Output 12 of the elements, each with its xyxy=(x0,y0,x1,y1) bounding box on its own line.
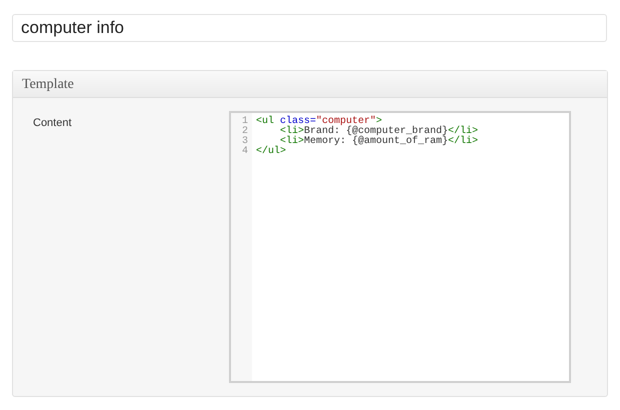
code-line: <li>Memory: {@amount_of_ram}</li> xyxy=(280,137,478,147)
panel-heading: Template xyxy=(22,76,74,94)
line-number: 3 xyxy=(240,137,249,147)
line-number: 1 xyxy=(240,117,249,127)
line-number: 2 xyxy=(240,127,249,137)
code-line: <ul class="computer"> xyxy=(256,117,382,127)
code-line: <li>Brand: {@computer_brand}</li> xyxy=(279,127,478,137)
code-line: </ul> xyxy=(256,147,288,157)
code-editor[interactable]: 1 2 3 4 <ul class="computer"> <li>Brand: {@computer_brand}</li> <li>Memory: {@amount_of_ram}</li> </ul> xyxy=(229,111,571,383)
line-number: 4 xyxy=(240,147,249,157)
field-label: Content xyxy=(33,116,73,131)
title-field[interactable]: computer info xyxy=(12,14,607,42)
